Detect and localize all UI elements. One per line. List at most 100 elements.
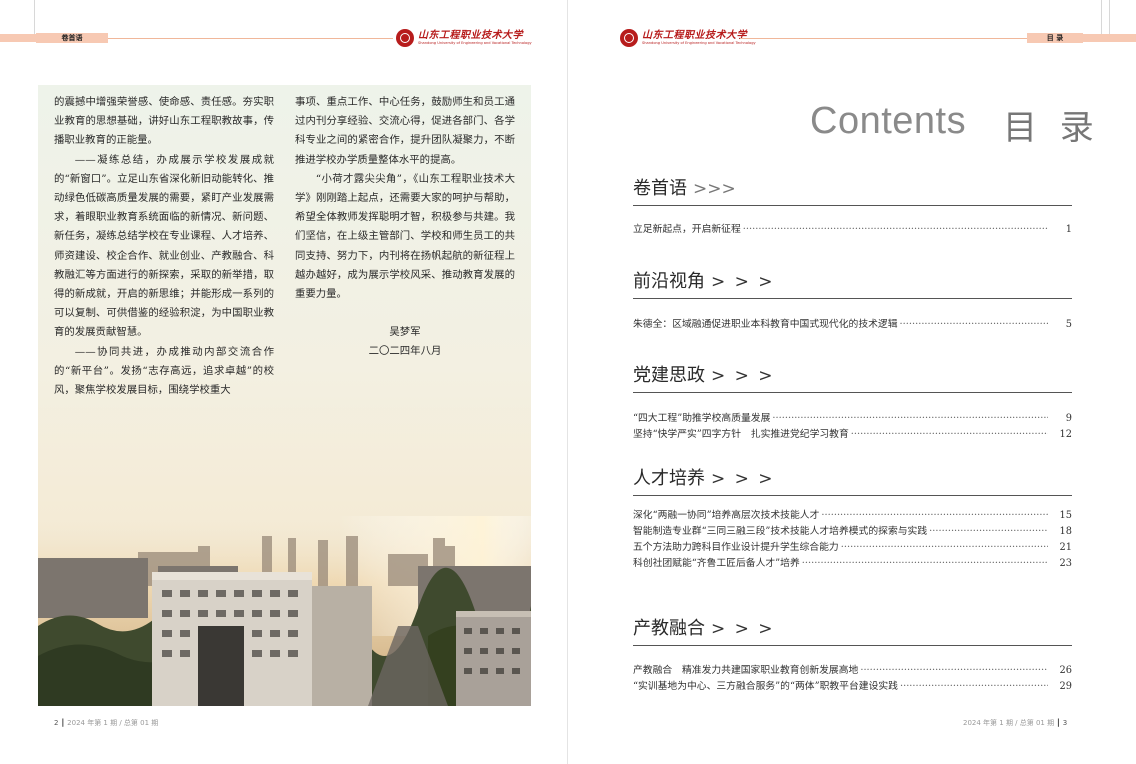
right-school-logo: 山东工程职业技术大学 Shandong University of Engine… [620, 27, 756, 49]
toc-entry[interactable]: 产教融合 精准发力共建国家职业教育创新发展高地 26 [633, 663, 1072, 679]
leader-dots [772, 411, 1048, 427]
toc-entry-title: “实训基地为中心、三方融合服务”的“两体”职教平台建设实践 [633, 681, 898, 692]
toc-entry-page: 21 [1059, 542, 1072, 553]
toc-entry-title: 产教融合 精准发力共建国家职业教育创新发展高地 [633, 665, 859, 676]
toc-entry-title: 五个方法助力跨科目作业设计提升学生综合能力 [633, 542, 839, 553]
contents-title-cn: 目 录 [1003, 108, 1100, 148]
toc-section-title: 人才培养 > > > [633, 467, 1072, 491]
toc-section-dangjian: 党建思政 > > > “四大工程”助推学校高质量发展 9 坚持“快学严实”四字方针 … [633, 364, 1072, 443]
section-arrows: > > > [711, 619, 775, 639]
section-rule [633, 495, 1072, 496]
section-title-text: 人才培养 [633, 468, 705, 489]
left-header-tag: 卷首语 [36, 33, 108, 43]
leader-dots [743, 222, 1048, 238]
section-arrows: >>> [693, 179, 736, 199]
section-title-text: 党建思政 [633, 365, 705, 386]
toc-section-title: 产教融合 > > > [633, 617, 1072, 641]
editorial-paragraph: ——协同共进，办成推动内部交流合作的“新平台”。发扬“志存高远，追求卓越”的校风… [54, 345, 274, 397]
section-rule [633, 392, 1072, 393]
editorial-paragraph: ——凝练总结，办成展示学校发展成就的“新窗口”。立足山东省深化新旧动能转化、推动… [54, 153, 274, 339]
leader-dots [929, 524, 1048, 540]
left-school-logo: 山东工程职业技术大学 Shandong University of Engine… [396, 27, 532, 49]
left-page-number: 2 [54, 719, 59, 727]
logo-cn-text: 山东工程职业技术大学 [642, 29, 747, 41]
editorial-column-2: 事项、重点工作、中心任务，鼓励师生和员工通过内刊分享经验、交流心得，促进各部门、… [295, 93, 515, 362]
section-arrows: > > > [711, 366, 775, 386]
toc-entry-title: 坚持“快学严实”四字方针 扎实推进党纪学习教育 [633, 429, 849, 440]
author-name: 吴梦军 [389, 326, 421, 339]
section-arrows: > > > [711, 272, 775, 292]
right-header-band [1083, 34, 1136, 42]
toc-section-title: 卷首语 >>> [633, 177, 1072, 201]
toc-entry-page: 5 [1065, 319, 1072, 330]
logo-en-text: Shandong University of Engineering and V… [642, 40, 756, 45]
editorial-column-1: 的震撼中增强荣誉感、使命感、责任感。夯实职业教育的思想基础，讲好山东工程职教故事… [54, 93, 274, 400]
logo-en-text: Shandong University of Engineering and V… [418, 40, 532, 45]
leader-dots [851, 427, 1048, 443]
magazine-spread: 卷首语 山东工程职业技术大学 Shandong University of En… [0, 0, 1136, 764]
section-rule [633, 205, 1072, 206]
toc-section-rencai: 人才培养 > > > 深化“两融一协同”培养高层次技术技能人才 15 智能制造专业群… [633, 467, 1072, 572]
left-footer: 2 ┃ 2024 年第 1 期 / 总第 01 期 [54, 719, 159, 727]
editorial-paragraph: 事项、重点工作、中心任务，鼓励师生和员工通过内刊分享经验、交流心得，促进各部门、… [295, 96, 515, 166]
toc-entry[interactable]: 深化“两融一协同”培养高层次技术技能人才 15 [633, 508, 1072, 524]
toc-entry-title: 立足新起点，开启新征程 [633, 224, 741, 235]
section-rule [633, 645, 1072, 646]
school-seal-icon [620, 29, 638, 47]
logo-cn-text: 山东工程职业技术大学 [418, 29, 523, 41]
toc-entry[interactable]: 五个方法助力跨科目作业设计提升学生综合能力 21 [633, 540, 1072, 556]
page-edge-right [1101, 0, 1102, 36]
toc-section-title: 党建思政 > > > [633, 364, 1072, 388]
left-header-band [0, 34, 36, 42]
editorial-panel: 的震撼中增强荣誉感、使命感、责任感。夯实职业教育的思想基础，讲好山东工程职教故事… [38, 85, 531, 706]
toc-section-qianyan: 前沿视角 > > > 朱德全：区域融通促进职业本科教育中国式现代化的技术逻辑 5 [633, 270, 1072, 333]
leader-dots [860, 663, 1048, 679]
editorial-paragraph: “小荷才露尖尖角”，《山东工程职业技术大学》刚刚踏上起点，还需要大家的呵护与帮助… [295, 172, 515, 301]
toc-entry[interactable]: 坚持“快学严实”四字方针 扎实推进党纪学习教育 12 [633, 427, 1072, 443]
toc-entry-page: 26 [1059, 665, 1072, 676]
leader-dots [821, 508, 1048, 524]
toc-entry[interactable]: 立足新起点，开启新征程 1 [633, 222, 1072, 238]
right-header-tag: 目 录 [1027, 33, 1083, 43]
toc-entry-page: 9 [1065, 413, 1072, 424]
author-date: 二〇二四年八月 [368, 345, 442, 358]
toc-section-juanshouyu: 卷首语 >>> 立足新起点，开启新征程 1 [633, 177, 1072, 238]
section-title-text: 产教融合 [633, 618, 705, 639]
toc-entry-title: 深化“两融一协同”培养高层次技术技能人才 [633, 510, 820, 521]
left-header-rule [108, 38, 393, 39]
toc-entry-page: 29 [1059, 681, 1072, 692]
section-title-text: 前沿视角 [633, 271, 705, 292]
left-issue-info: 2024 年第 1 期 / 总第 01 期 [67, 719, 159, 727]
toc-entry-page: 18 [1059, 526, 1072, 537]
contents-title-en: Contents [810, 100, 967, 142]
toc-entry[interactable]: “实训基地为中心、三方融合服务”的“两体”职教平台建设实践 29 [633, 679, 1072, 695]
toc-entry[interactable]: “四大工程”助推学校高质量发展 9 [633, 411, 1072, 427]
editorial-paragraph: 的震撼中增强荣誉感、使命感、责任感。夯实职业教育的思想基础，讲好山东工程职教故事… [54, 96, 274, 147]
toc-entry-page: 23 [1059, 558, 1072, 569]
toc-entry-title: “四大工程”助推学校高质量发展 [633, 413, 771, 424]
toc-entry[interactable]: 科创社团赋能“齐鲁工匠后备人才”培养 23 [633, 556, 1072, 572]
leader-dots [841, 540, 1048, 556]
toc-section-chanjiao: 产教融合 > > > 产教融合 精准发力共建国家职业教育创新发展高地 26 “实训… [633, 617, 1072, 695]
toc-entry-page: 1 [1065, 224, 1072, 235]
right-issue-info: 2024 年第 1 期 / 总第 01 期 [963, 719, 1055, 727]
toc-entry-page: 15 [1059, 510, 1072, 521]
right-header-rule [740, 38, 1027, 39]
section-rule [633, 298, 1072, 299]
page-fold [567, 0, 568, 764]
toc-entry[interactable]: 朱德全：区域融通促进职业本科教育中国式现代化的技术逻辑 5 [633, 317, 1072, 333]
page-edge-left [34, 0, 35, 36]
page-edge-right-2 [1109, 0, 1110, 36]
toc-entry[interactable]: 智能制造专业群“三同三融三段”技术技能人才培养模式的探索与实践 18 [633, 524, 1072, 540]
right-page-number: 3 [1062, 719, 1068, 727]
leader-dots [900, 317, 1048, 333]
section-title-text: 卷首语 [633, 178, 687, 199]
section-arrows: > > > [711, 469, 775, 489]
school-seal-icon [396, 29, 414, 47]
toc-entry-title: 智能制造专业群“三同三融三段”技术技能人才培养模式的探索与实践 [633, 526, 928, 537]
leader-dots [900, 679, 1048, 695]
toc-section-title: 前沿视角 > > > [633, 270, 1072, 294]
toc-entry-title: 朱德全：区域融通促进职业本科教育中国式现代化的技术逻辑 [633, 319, 898, 330]
toc-entry-title: 科创社团赋能“齐鲁工匠后备人才”培养 [633, 558, 800, 569]
campus-photo [38, 516, 531, 706]
